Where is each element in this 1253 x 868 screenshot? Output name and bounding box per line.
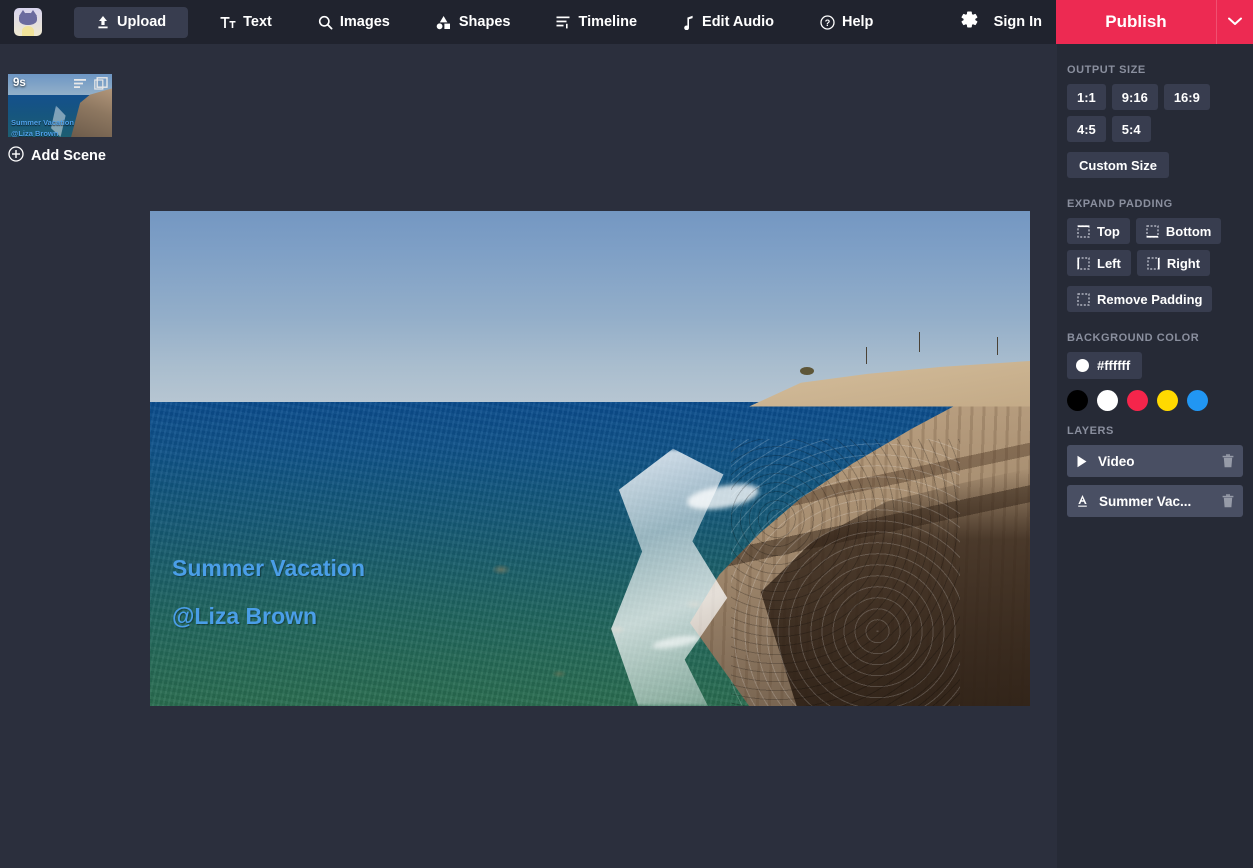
- ratio-button-1-1[interactable]: 1:1: [1067, 84, 1106, 110]
- ratio-button-4-5[interactable]: 4:5: [1067, 116, 1106, 142]
- help-button[interactable]: ? Help: [806, 7, 887, 37]
- remove-padding-group: Remove Padding: [1067, 286, 1243, 312]
- gear-icon: [958, 9, 979, 35]
- publish-button[interactable]: Publish: [1056, 0, 1216, 44]
- swatch-black[interactable]: [1067, 390, 1088, 411]
- remove-padding-button[interactable]: Remove Padding: [1067, 286, 1212, 312]
- layer-label-text: Summer Vac...: [1099, 494, 1222, 509]
- swatch-yellow[interactable]: [1157, 390, 1178, 411]
- padding-bottom-button[interactable]: Bottom: [1136, 218, 1222, 244]
- ratio-button-5-4[interactable]: 5:4: [1112, 116, 1151, 142]
- text-icon: [220, 15, 236, 30]
- text-tool-label: Text: [243, 14, 272, 30]
- output-size-ratio-group: 1:1 9:16 16:9 4:5 5:4: [1067, 84, 1243, 142]
- delete-layer-video-button[interactable]: [1222, 454, 1234, 468]
- padding-right-button[interactable]: Right: [1137, 250, 1210, 276]
- editor-stage: Summer Vacation @Liza Brown: [0, 44, 1057, 868]
- layers-title: LAYERS: [1067, 425, 1243, 437]
- upload-button[interactable]: Upload: [74, 7, 188, 38]
- padding-right-icon: [1147, 257, 1160, 270]
- ratio-button-16-9[interactable]: 16:9: [1164, 84, 1210, 110]
- chevron-down-icon: [1228, 13, 1242, 31]
- background-color-hex: #ffffff: [1097, 358, 1130, 373]
- canvas-pole-3: [997, 337, 999, 355]
- swatch-white[interactable]: [1097, 390, 1118, 411]
- expand-padding-group: Top Bottom Left Right: [1067, 218, 1243, 276]
- images-tool-label: Images: [340, 14, 390, 30]
- topbar-right-group: Sign In Publish: [952, 0, 1253, 44]
- publish-dropdown-button[interactable]: [1216, 0, 1253, 44]
- play-triangle-icon: [1076, 455, 1088, 468]
- expand-padding-title: EXPAND PADDING: [1067, 198, 1243, 210]
- shapes-tool-label: Shapes: [459, 14, 511, 30]
- upload-icon: [96, 15, 110, 30]
- cat-head-icon: [19, 13, 37, 25]
- padding-top-label: Top: [1097, 224, 1120, 239]
- padding-top-button[interactable]: Top: [1067, 218, 1130, 244]
- layer-row-text[interactable]: Summer Vac...: [1067, 485, 1243, 517]
- canvas-pole-2: [919, 332, 921, 352]
- background-color-swatches: [1067, 390, 1243, 411]
- text-layer-icon: [1076, 494, 1089, 508]
- canvas-pole-1: [866, 347, 868, 364]
- edit-audio-tool-label: Edit Audio: [702, 14, 774, 30]
- padding-remove-icon: [1077, 293, 1090, 306]
- sign-in-button[interactable]: Sign In: [986, 14, 1056, 30]
- cat-avatar-icon[interactable]: [14, 8, 42, 36]
- top-toolbar: Upload Text Images Shapes Timeline Edit …: [0, 0, 1253, 44]
- shapes-icon: [436, 15, 452, 30]
- layer-label-video: Video: [1098, 454, 1222, 469]
- video-canvas[interactable]: Summer Vacation @Liza Brown: [150, 211, 1030, 706]
- help-label: Help: [842, 14, 873, 30]
- music-note-icon: [683, 15, 695, 30]
- layer-row-video[interactable]: Video: [1067, 445, 1243, 477]
- background-color-preview-dot: [1076, 359, 1089, 372]
- canvas-overlay-title[interactable]: Summer Vacation: [172, 555, 365, 582]
- question-circle-icon: ?: [820, 15, 835, 30]
- padding-bottom-icon: [1146, 225, 1159, 238]
- canvas-pebble-beach: [731, 439, 960, 706]
- swatch-red[interactable]: [1127, 390, 1148, 411]
- settings-button[interactable]: [952, 0, 986, 44]
- svg-text:?: ?: [825, 18, 831, 28]
- timeline-icon: [556, 15, 571, 29]
- swatch-blue[interactable]: [1187, 390, 1208, 411]
- search-icon: [318, 15, 333, 30]
- padding-left-icon: [1077, 257, 1090, 270]
- shapes-tool-button[interactable]: Shapes: [422, 7, 525, 37]
- remove-padding-label: Remove Padding: [1097, 292, 1202, 307]
- timeline-tool-button[interactable]: Timeline: [542, 7, 651, 37]
- images-tool-button[interactable]: Images: [304, 7, 404, 37]
- custom-size-group: Custom Size: [1067, 152, 1243, 178]
- padding-left-button[interactable]: Left: [1067, 250, 1131, 276]
- custom-size-button[interactable]: Custom Size: [1067, 152, 1169, 178]
- padding-right-label: Right: [1167, 256, 1200, 271]
- padding-bottom-label: Bottom: [1166, 224, 1212, 239]
- background-color-value-button[interactable]: #ffffff: [1067, 352, 1142, 379]
- text-tool-button[interactable]: Text: [206, 7, 286, 37]
- padding-left-label: Left: [1097, 256, 1121, 271]
- canvas-overlay-handle[interactable]: @Liza Brown: [172, 603, 317, 630]
- edit-audio-tool-button[interactable]: Edit Audio: [669, 7, 788, 37]
- output-size-title: OUTPUT SIZE: [1067, 64, 1243, 76]
- delete-layer-text-button[interactable]: [1222, 494, 1234, 508]
- timeline-tool-label: Timeline: [578, 14, 637, 30]
- upload-label: Upload: [117, 14, 166, 30]
- ratio-button-9-16[interactable]: 9:16: [1112, 84, 1158, 110]
- padding-top-icon: [1077, 225, 1090, 238]
- properties-panel: OUTPUT SIZE 1:1 9:16 16:9 4:5 5:4 Custom…: [1057, 44, 1253, 868]
- cat-body-icon: [22, 26, 34, 36]
- background-color-title: BACKGROUND COLOR: [1067, 332, 1243, 344]
